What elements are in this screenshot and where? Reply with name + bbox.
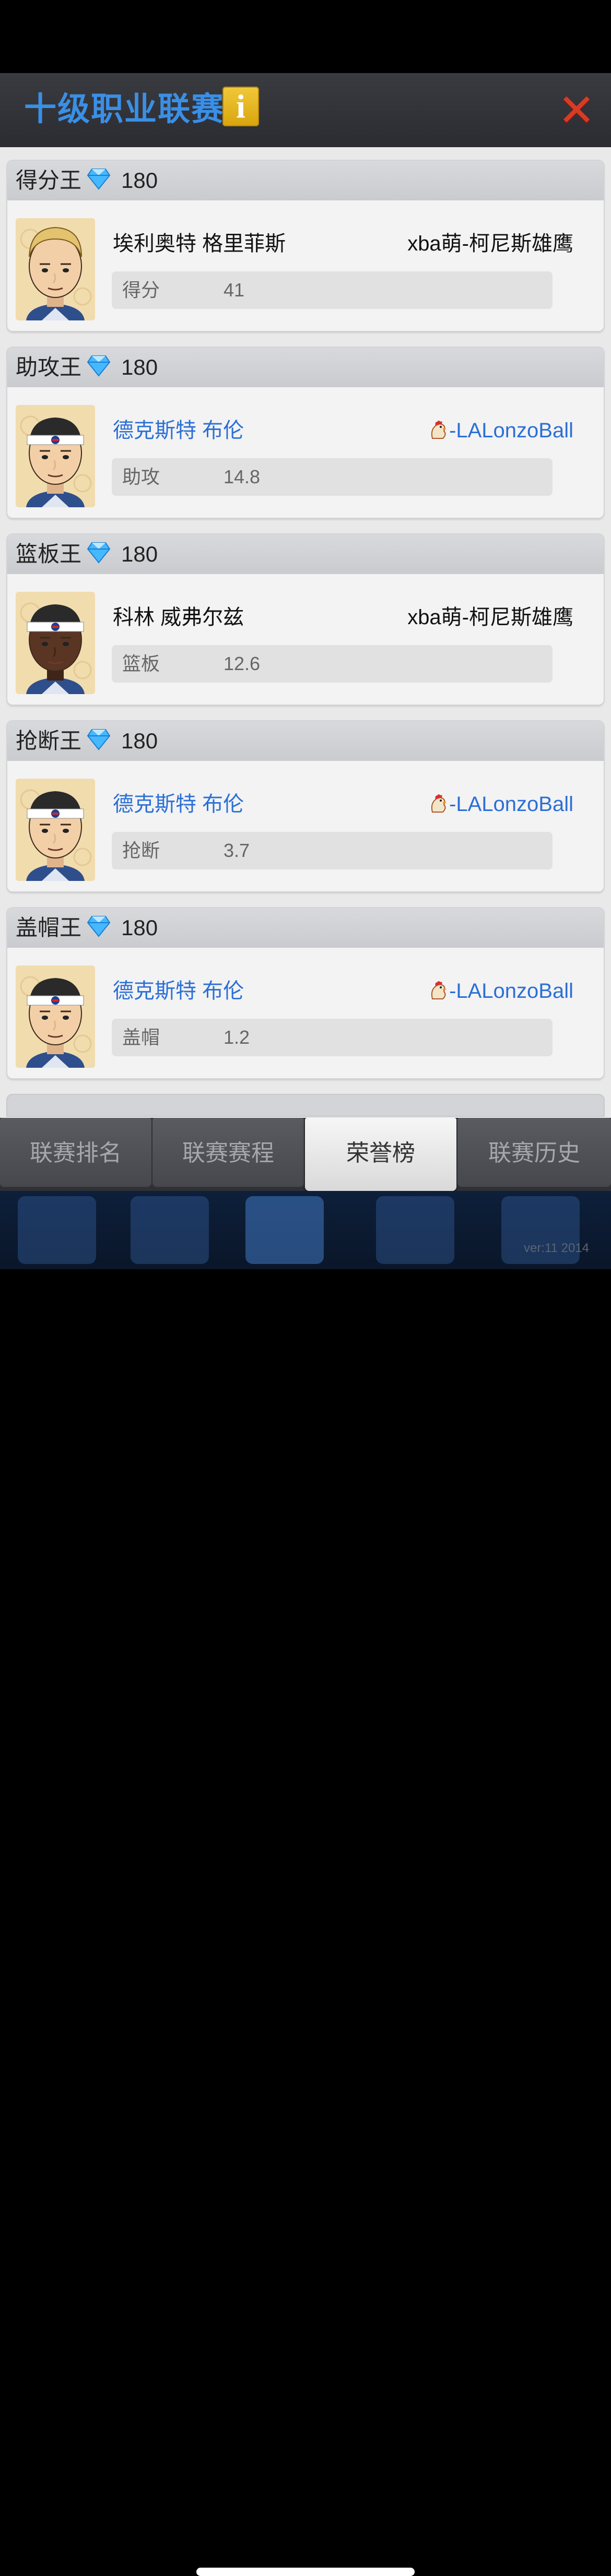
stat-label: 抢断 bbox=[122, 840, 160, 861]
team-name-text: -LALonzoBall bbox=[449, 980, 573, 1003]
stat-box: 助攻 14.8 bbox=[112, 458, 553, 496]
award-card-header: 得分王 180 bbox=[7, 161, 604, 200]
diamond-icon bbox=[87, 729, 111, 750]
stat-label: 篮板 bbox=[122, 653, 160, 674]
tab-bar: 联赛排名 联赛赛程 荣誉榜 联赛历史 bbox=[0, 1118, 611, 1191]
diamond-icon bbox=[87, 916, 111, 937]
tab-league-ranking[interactable]: 联赛排名 bbox=[0, 1118, 151, 1189]
player-avatar[interactable] bbox=[16, 779, 95, 881]
stat-value: 41 bbox=[224, 279, 245, 301]
award-title: 助攻王 bbox=[16, 355, 82, 379]
stat-value: 1.2 bbox=[224, 1027, 250, 1048]
info-button[interactable]: i bbox=[222, 87, 259, 126]
reward-amount: 180 bbox=[121, 542, 158, 566]
stat-value: 14.8 bbox=[224, 466, 261, 487]
stat-label: 助攻 bbox=[122, 466, 160, 487]
rooster-icon bbox=[431, 981, 448, 999]
team-name-text: xba萌-柯尼斯雄鹰 bbox=[407, 606, 573, 629]
diamond-icon bbox=[87, 355, 111, 377]
team-name-text: -LALonzoBall bbox=[449, 419, 573, 442]
award-title: 篮板王 bbox=[16, 542, 82, 566]
version-text: ver:11 2014 bbox=[524, 1241, 589, 1255]
bottom-nav-background: ver:11 2014 bbox=[0, 1191, 611, 1269]
team-name-text: xba萌-柯尼斯雄鹰 bbox=[407, 232, 573, 255]
rooster-icon bbox=[431, 421, 448, 439]
team-name[interactable]: -LALonzoBall bbox=[428, 978, 573, 1004]
stat-label: 盖帽 bbox=[122, 1027, 160, 1048]
award-title: 抢断王 bbox=[16, 729, 82, 753]
award-card: 助攻王 180 德克斯特 布伦 -LALonzoBall 助攻 14.8 bbox=[7, 348, 604, 518]
stat-label: 得分 bbox=[122, 279, 160, 301]
player-name[interactable]: 德克斯特 布伦 bbox=[113, 791, 244, 817]
honor-list[interactable]: 得分王 180 埃利奥特 格里菲斯 xba萌-柯尼斯雄鹰 得分 41 助攻王 1… bbox=[0, 147, 611, 1118]
award-title: 得分王 bbox=[16, 168, 82, 193]
tab-league-history[interactable]: 联赛历史 bbox=[457, 1118, 611, 1189]
home-indicator[interactable] bbox=[196, 2568, 415, 2576]
award-card-header: 抢断王 180 bbox=[7, 721, 604, 761]
award-card: 盖帽王 180 德克斯特 布伦 -LALonzoBall 盖帽 1.2 bbox=[7, 908, 604, 1078]
player-avatar[interactable] bbox=[16, 592, 95, 694]
stat-box: 得分 41 bbox=[112, 271, 553, 309]
diamond-icon bbox=[87, 169, 111, 190]
close-button[interactable]: ✕ bbox=[558, 88, 595, 133]
next-card-peek bbox=[7, 1095, 604, 1116]
reward-amount: 180 bbox=[121, 355, 158, 379]
player-portrait-icon bbox=[16, 218, 95, 320]
player-avatar[interactable] bbox=[16, 965, 95, 1068]
player-avatar[interactable] bbox=[16, 405, 95, 507]
team-name-text: -LALonzoBall bbox=[449, 793, 573, 816]
team-name[interactable]: -LALonzoBall bbox=[428, 418, 573, 444]
player-name[interactable]: 德克斯特 布伦 bbox=[113, 418, 244, 444]
team-name: xba萌-柯尼斯雄鹰 bbox=[407, 604, 573, 630]
dialog-header: 十级职业联赛 i ✕ bbox=[0, 73, 611, 147]
player-avatar[interactable] bbox=[16, 218, 95, 320]
award-card-header: 助攻王 180 bbox=[7, 348, 604, 387]
tab-honor-roll[interactable]: 荣誉榜 bbox=[305, 1118, 456, 1191]
award-title: 盖帽王 bbox=[16, 915, 82, 940]
team-icon bbox=[376, 1196, 454, 1264]
player-portrait-icon bbox=[16, 965, 95, 1068]
tab-league-schedule[interactable]: 联赛赛程 bbox=[152, 1118, 304, 1189]
diamond-icon bbox=[87, 542, 111, 564]
stat-box: 抢断 3.7 bbox=[112, 832, 553, 869]
player-portrait-icon bbox=[16, 779, 95, 881]
award-card-header: 盖帽王 180 bbox=[7, 908, 604, 948]
award-card: 得分王 180 埃利奥特 格里菲斯 xba萌-柯尼斯雄鹰 得分 41 bbox=[7, 161, 604, 331]
award-card-header: 篮板王 180 bbox=[7, 534, 604, 574]
award-card: 篮板王 180 科林 威弗尔兹 xba萌-柯尼斯雄鹰 篮板 12.6 bbox=[7, 534, 604, 705]
player-portrait-icon bbox=[16, 592, 95, 694]
player-name: 科林 威弗尔兹 bbox=[113, 606, 244, 629]
page-title: 十级职业联赛 bbox=[24, 91, 225, 127]
player-name: 埃利奥特 格里菲斯 bbox=[113, 232, 286, 255]
stat-box: 盖帽 1.2 bbox=[112, 1019, 553, 1056]
status-bar-area bbox=[0, 0, 611, 73]
bottom-safe-area bbox=[0, 1269, 611, 2576]
star-icon bbox=[18, 1196, 96, 1264]
player-name[interactable]: 德克斯特 布伦 bbox=[113, 978, 244, 1004]
team-name[interactable]: -LALonzoBall bbox=[428, 791, 573, 817]
rooster-icon bbox=[431, 794, 448, 813]
reward-amount: 180 bbox=[121, 729, 158, 753]
reward-amount: 180 bbox=[121, 168, 158, 193]
league-icon bbox=[245, 1196, 324, 1264]
reward-amount: 180 bbox=[121, 915, 158, 940]
stat-value: 3.7 bbox=[224, 840, 250, 861]
stat-value: 12.6 bbox=[224, 653, 261, 674]
award-card: 抢断王 180 德克斯特 布伦 -LALonzoBall 抢断 3.7 bbox=[7, 721, 604, 891]
player-portrait-icon bbox=[16, 405, 95, 507]
team-name: xba萌-柯尼斯雄鹰 bbox=[407, 231, 573, 257]
stat-box: 篮板 12.6 bbox=[112, 645, 553, 683]
shop-icon bbox=[131, 1196, 209, 1264]
